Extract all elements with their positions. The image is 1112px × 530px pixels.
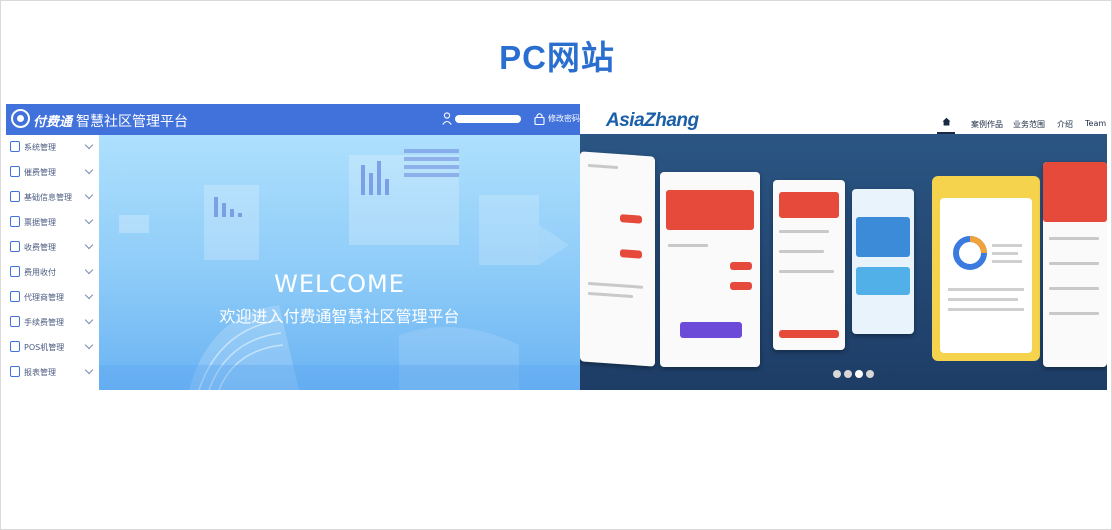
sidebar-item-label: 手续费管理 xyxy=(24,318,64,327)
monitor-icon xyxy=(10,141,20,152)
chevron-down-icon xyxy=(84,340,94,350)
admin-platform-screenshot: 付费通 智慧社区管理平台 修改密码 系统管理 催费管理 基础信息管理 票据管理 … xyxy=(6,104,580,390)
sidebar-item-label: 报表管理 xyxy=(24,368,56,377)
donut-chart-icon xyxy=(948,236,1024,311)
username-field[interactable] xyxy=(455,115,521,123)
nav-about[interactable]: 介绍 xyxy=(1057,119,1073,130)
chevron-down-icon xyxy=(84,165,94,175)
people-icon xyxy=(10,291,20,302)
nav-business[interactable]: 业务范围 xyxy=(1013,119,1045,130)
bell-icon xyxy=(10,166,20,177)
chevron-down-icon xyxy=(84,140,94,150)
portfolio-header: AsiaZhang 案例作品 业务范围 介绍 Team xyxy=(580,104,1107,134)
phone-screen xyxy=(1043,162,1107,367)
sidebar-item-label: 代理商管理 xyxy=(24,293,64,302)
site-logo[interactable]: AsiaZhang xyxy=(606,110,699,132)
welcome-illustration xyxy=(99,149,580,390)
ticket-icon xyxy=(10,216,20,227)
logo-icon xyxy=(11,109,30,128)
sidebar-item-report[interactable]: 报表管理 xyxy=(6,360,99,385)
sidebar-item-agent[interactable]: 代理商管理 xyxy=(6,285,99,310)
carousel-dot[interactable] xyxy=(844,370,852,378)
calendar-icon xyxy=(10,241,20,252)
sidebar-item-charge[interactable]: 收费管理 xyxy=(6,235,99,260)
chevron-down-icon xyxy=(84,365,94,375)
pos-icon xyxy=(10,341,20,352)
nav-cases[interactable]: 案例作品 xyxy=(971,119,1003,130)
sidebar-item-label: 收费管理 xyxy=(24,243,56,252)
showcase-carousel[interactable] xyxy=(580,134,1107,390)
platform-name: 智慧社区管理平台 xyxy=(76,114,188,130)
carousel-dot[interactable] xyxy=(866,370,874,378)
welcome-subheading: 欢迎进入付费通智慧社区管理平台 xyxy=(219,307,460,326)
sidebar-item-label: 费用收付 xyxy=(24,268,56,277)
yen-icon xyxy=(10,316,20,327)
sidebar-item-fee[interactable]: 手续费管理 xyxy=(6,310,99,335)
phone-screen xyxy=(660,172,760,367)
nav-team[interactable]: Team xyxy=(1085,119,1106,128)
sidebar-item-label: 票据管理 xyxy=(24,218,56,227)
report-icon xyxy=(10,366,20,377)
sidebar-item-label: 基础信息管理 xyxy=(24,193,72,202)
sidebar-item-system[interactable]: 系统管理 xyxy=(6,135,99,160)
slide: PC网站 付费通 智慧社区管理平台 修改密码 系统管理 催费管理 基础信息管理 … xyxy=(0,0,1112,530)
sidebar-item-label: 系统管理 xyxy=(24,143,56,152)
carousel-dot-active[interactable] xyxy=(855,370,863,378)
sidebar-item-label: POS机管理 xyxy=(24,343,65,352)
chevron-down-icon xyxy=(84,190,94,200)
home-icon[interactable] xyxy=(942,117,951,126)
sidebar-item-label: 催费管理 xyxy=(24,168,56,177)
slide-title: PC网站 xyxy=(499,39,615,76)
chevron-down-icon xyxy=(84,265,94,275)
admin-header: 付费通 智慧社区管理平台 修改密码 xyxy=(6,104,580,135)
welcome-heading: WELCOME xyxy=(274,270,405,298)
sidebar-item-reminder[interactable]: 催费管理 xyxy=(6,160,99,185)
change-password-link[interactable]: 修改密码 xyxy=(548,113,580,124)
phone-screen xyxy=(932,176,1040,361)
portfolio-site-screenshot: AsiaZhang 案例作品 业务范围 介绍 Team xyxy=(580,104,1107,390)
carousel-dot[interactable] xyxy=(833,370,841,378)
sidebar-item-pos[interactable]: POS机管理 xyxy=(6,335,99,360)
welcome-banner: WELCOME 欢迎进入付费通智慧社区管理平台 xyxy=(99,135,580,390)
sidebar-item-basic-info[interactable]: 基础信息管理 xyxy=(6,185,99,210)
chevron-down-icon xyxy=(84,240,94,250)
chevron-down-icon xyxy=(84,290,94,300)
wallet-icon xyxy=(10,266,20,277)
sidebar-item-payment[interactable]: 费用收付 xyxy=(6,260,99,285)
phone-screen xyxy=(852,189,914,334)
chevron-down-icon xyxy=(84,215,94,225)
phone-screen xyxy=(773,180,845,350)
grid-icon xyxy=(10,191,20,202)
phone-screen xyxy=(580,151,655,367)
user-icon[interactable] xyxy=(442,112,452,125)
admin-sidebar: 系统管理 催费管理 基础信息管理 票据管理 收费管理 费用收付 代理商管理 手续… xyxy=(6,135,99,390)
logo-text: 付费通 xyxy=(33,115,73,130)
sidebar-item-invoice[interactable]: 票据管理 xyxy=(6,210,99,235)
lock-icon[interactable] xyxy=(534,112,545,125)
chevron-down-icon xyxy=(84,315,94,325)
